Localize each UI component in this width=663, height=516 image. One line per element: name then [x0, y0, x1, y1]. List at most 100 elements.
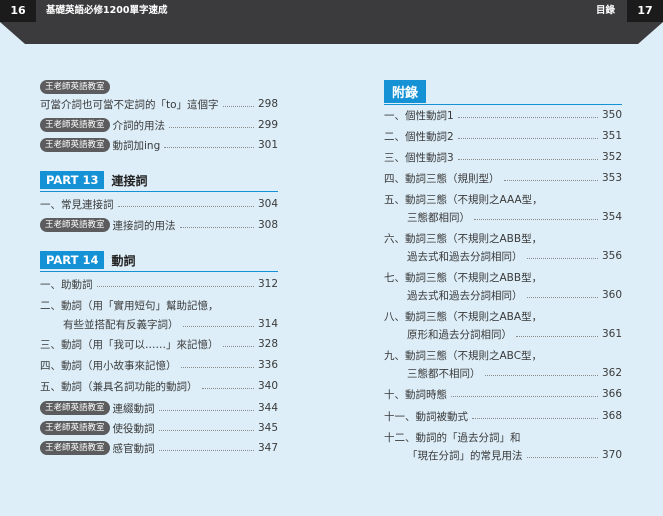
- part-tag: PART 13: [40, 171, 105, 189]
- toc-row[interactable]: 「現在分詞」的常見用法 370: [384, 446, 622, 464]
- left-page-number: 16: [0, 0, 36, 22]
- toc-entry-title: 七、動詞三態（不規則之ABB型，: [384, 271, 543, 284]
- toc-row[interactable]: 十、動詞時態 366: [384, 385, 622, 403]
- toc-entry-title: 三態都相同）: [407, 211, 470, 224]
- toc-row[interactable]: 四、動詞三態（規則型） 353: [384, 169, 622, 187]
- dot-leader: [222, 105, 254, 107]
- toc-entry-title: 連接詞的用法: [112, 219, 176, 232]
- dot-leader: [182, 325, 254, 327]
- toc-entry-page: 352: [601, 151, 622, 163]
- toc-row[interactable]: 十一、動詞被動式 368: [384, 407, 622, 425]
- toc-row[interactable]: 三、動詞（用「我可以……」來記憶） 328: [40, 335, 278, 353]
- toc-entry-page: 314: [257, 318, 278, 330]
- toc-entry-page: 308: [257, 219, 278, 231]
- section-title: 目錄: [595, 5, 615, 16]
- dot-leader: [526, 456, 598, 458]
- toc-entry-title: 九、動詞三態（不規則之ABC型，: [384, 349, 543, 362]
- dot-leader: [451, 395, 598, 397]
- toc-entry-page: 328: [257, 338, 278, 350]
- toc-entry-title: 十、動詞時態: [384, 388, 447, 401]
- dot-leader: [158, 409, 254, 411]
- teacher-badge: 王老師英語教室: [40, 138, 110, 152]
- toc-row[interactable]: 王老師英語教室 介詞的用法 299: [40, 116, 278, 134]
- toc-row[interactable]: 八、動詞三態（不規則之ABA型，: [384, 307, 622, 325]
- toc-row[interactable]: 過去式和過去分詞相同） 360: [384, 286, 622, 304]
- toc-entry-title: 「現在分詞」的常見用法: [407, 449, 523, 462]
- toc-row[interactable]: 二、個性動詞2 351: [384, 127, 622, 145]
- toc-entry-title: 二、動詞（用「實用短句」幫助記憶，: [40, 299, 219, 312]
- toc-row[interactable]: 過去式和過去分詞相同） 356: [384, 247, 622, 265]
- toc-entry-page: 353: [601, 172, 622, 184]
- toc-entry-page: 370: [601, 449, 622, 461]
- toc-row[interactable]: 七、動詞三態（不規則之ABB型，: [384, 268, 622, 286]
- dot-leader: [484, 374, 598, 376]
- toc-entry-page: 347: [257, 442, 278, 454]
- toc-row[interactable]: 王老師英語教室 使役動詞 345: [40, 419, 278, 437]
- toc-entry-page: 336: [257, 359, 278, 371]
- dot-leader: [516, 335, 598, 337]
- toc-entry-page: 351: [601, 130, 622, 142]
- toc-entry-title: 使役動詞: [112, 422, 155, 435]
- toc-row[interactable]: 五、動詞（兼具名詞功能的動詞） 340: [40, 377, 278, 395]
- dot-leader: [117, 205, 254, 207]
- toc-entry-title: 過去式和過去分詞相同）: [407, 289, 523, 302]
- toc-entry-page: 345: [257, 422, 278, 434]
- toc-row[interactable]: 一、常見連接詞 304: [40, 195, 278, 213]
- header-bar: 16 基礎英語必修1200單字速成 目錄 17: [0, 0, 663, 22]
- toc-entry-page: 354: [601, 211, 622, 223]
- toc-row[interactable]: 有些並搭配有反義字詞） 314: [40, 315, 278, 333]
- dot-leader: [457, 137, 598, 139]
- toc-row[interactable]: 三態都不相同） 362: [384, 364, 622, 382]
- part-title: 動詞: [111, 253, 136, 268]
- toc-row[interactable]: 可當介詞也可當不定詞的「to」這個字 298: [40, 95, 278, 113]
- part-13-heading: PART 13 連接詞: [40, 171, 278, 192]
- toc-entry-page: 312: [257, 278, 278, 290]
- part-14-heading: PART 14 動詞: [40, 251, 278, 272]
- toc-row[interactable]: 六、動詞三態（不規則之ABB型，: [384, 229, 622, 247]
- toc-entry-title: 感官動詞: [112, 442, 155, 455]
- dot-leader: [180, 366, 254, 368]
- toc-entry-title: 連綴動詞: [112, 402, 155, 415]
- toc-entry-title: 二、個性動詞2: [384, 130, 454, 143]
- toc-entry-title: 五、動詞（兼具名詞功能的動詞）: [40, 380, 198, 393]
- toc-row[interactable]: 王老師英語教室 連綴動詞 344: [40, 399, 278, 417]
- toc-entry-page: 356: [601, 250, 622, 262]
- teacher-badge: 王老師英語教室: [40, 401, 110, 415]
- dot-leader: [158, 429, 254, 431]
- toc-entry-title: 六、動詞三態（不規則之ABB型，: [384, 232, 543, 245]
- toc-row[interactable]: 三、個性動詞3 352: [384, 148, 622, 166]
- toc-row[interactable]: 一、個性動詞1 350: [384, 106, 622, 124]
- toc-row[interactable]: 原形和過去分詞相同） 361: [384, 325, 622, 343]
- toc-entry-title: 三、個性動詞3: [384, 151, 454, 164]
- right-page-number: 17: [627, 0, 663, 22]
- toc-entry-title: 十一、動詞被動式: [384, 410, 468, 423]
- toc-entry-page: 340: [257, 380, 278, 392]
- dot-leader: [474, 218, 598, 220]
- toc-entry-title: 過去式和過去分詞相同）: [407, 250, 523, 263]
- toc-entry-page: 368: [601, 410, 622, 422]
- header-trapezoid: [0, 22, 663, 44]
- teacher-badge: 王老師英語教室: [40, 218, 110, 232]
- toc-row[interactable]: 王老師英語教室: [40, 78, 278, 96]
- toc-row[interactable]: 一、助動詞 312: [40, 275, 278, 293]
- toc-entry-page: 362: [601, 367, 622, 379]
- part-underline: [40, 191, 278, 192]
- toc-row[interactable]: 九、動詞三態（不規則之ABC型，: [384, 346, 622, 364]
- toc-row[interactable]: 王老師英語教室 動詞加ing 301: [40, 136, 278, 154]
- toc-entry-title: 八、動詞三態（不規則之ABA型，: [384, 310, 543, 323]
- toc-row[interactable]: 二、動詞（用「實用短句」幫助記憶，: [40, 296, 278, 314]
- toc-row[interactable]: 五、動詞三態（不規則之AAA型，: [384, 190, 622, 208]
- toc-entry-title: 四、動詞（用小故事來記憶）: [40, 359, 177, 372]
- part-title: 連接詞: [111, 173, 148, 188]
- dot-leader: [96, 285, 254, 287]
- teacher-badge: 王老師英語教室: [40, 80, 110, 94]
- toc-entry-page: 304: [257, 198, 278, 210]
- toc-row[interactable]: 王老師英語教室 連接詞的用法 308: [40, 216, 278, 234]
- toc-row[interactable]: 四、動詞（用小故事來記憶） 336: [40, 356, 278, 374]
- toc-row[interactable]: 王老師英語教室 感官動詞 347: [40, 439, 278, 457]
- toc-row[interactable]: 十二、動詞的「過去分詞」和: [384, 428, 622, 446]
- dot-leader: [222, 345, 254, 347]
- dot-leader: [179, 226, 254, 228]
- toc-row[interactable]: 三態都相同） 354: [384, 208, 622, 226]
- toc-entry-title: 四、動詞三態（規則型）: [384, 172, 500, 185]
